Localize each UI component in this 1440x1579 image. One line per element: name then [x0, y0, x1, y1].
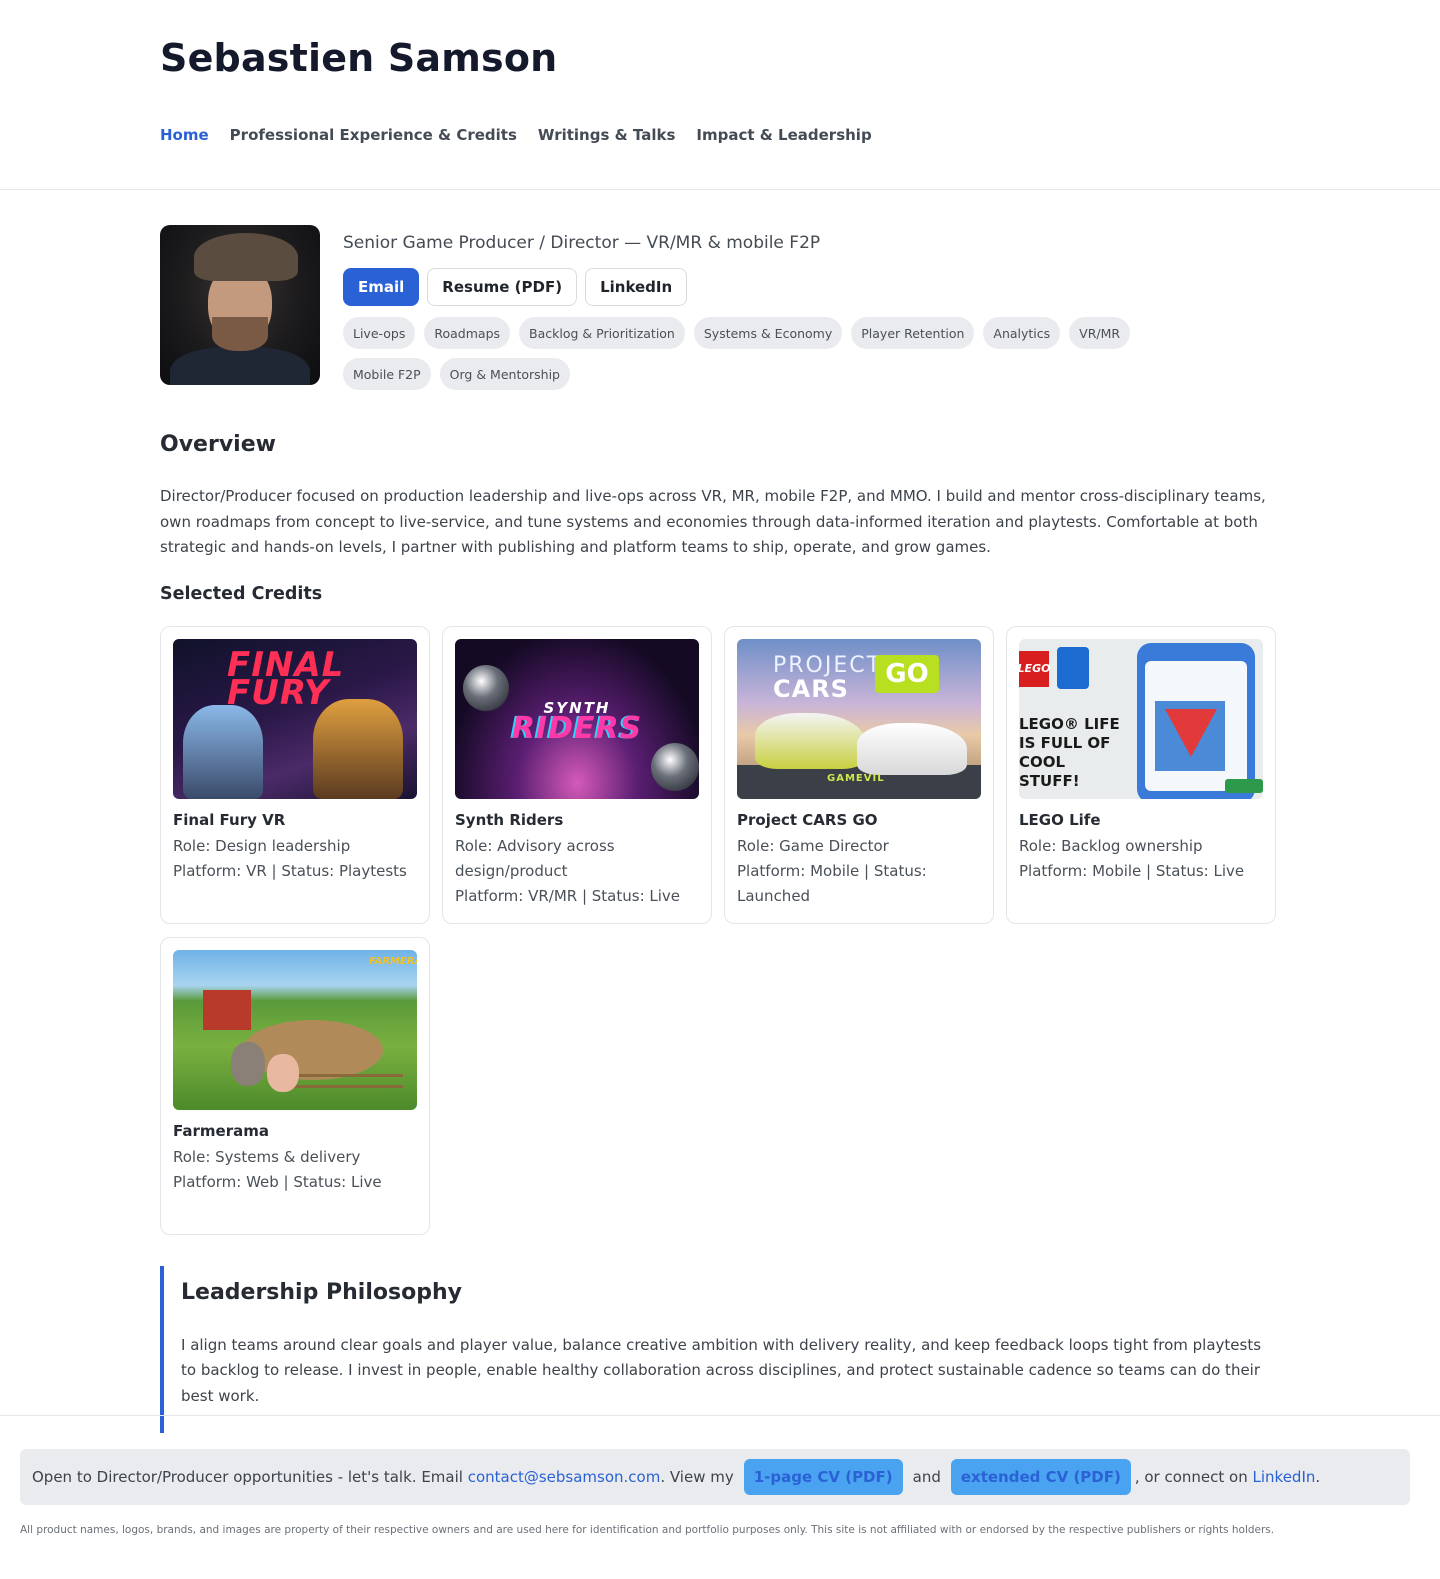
legal-disclaimer: All product names, logos, brands, and im… — [20, 1524, 1275, 1536]
leadership-philosophy: Leadership Philosophy I align teams arou… — [160, 1265, 1282, 1433]
resume-button[interactable]: Resume (PDF) — [427, 268, 578, 306]
credit-title: Synth Riders — [455, 810, 564, 829]
lego-life-tagline: LEGO® LIFE IS FULL OF COOL STUFF! — [1019, 714, 1120, 790]
lego-logo: LEGO — [1019, 650, 1050, 687]
skill-tag: Roadmaps — [424, 317, 511, 349]
credit-role: Role: Game Director — [737, 836, 889, 855]
credit-role: Role: Systems & delivery — [173, 1147, 361, 1166]
avatar — [160, 225, 320, 385]
credit-card-synth-riders: SYNTH RIDERS Synth Riders Role: Advisory… — [442, 625, 712, 924]
skill-tag: Mobile F2P — [343, 358, 431, 390]
lego-life-image: LEGO LEGO® LIFE IS FULL OF COOL STUFF! — [1019, 638, 1263, 799]
nav-impact[interactable]: Impact & Leadership — [696, 126, 871, 144]
final-fury-image: FINAL FURY — [173, 638, 417, 799]
final-fury-logo: FINAL FURY — [227, 644, 345, 713]
cta-connect: , or connect on — [1134, 1468, 1253, 1486]
email-link[interactable]: contact@sebsamson.com — [468, 1468, 661, 1486]
skill-tag: Analytics — [983, 317, 1061, 349]
cta-and: and — [912, 1468, 941, 1486]
credit-card-lego-life: LEGO LEGO® LIFE IS FULL OF COOL STUFF! L… — [1006, 625, 1276, 924]
credit-title: Final Fury VR — [173, 810, 286, 829]
hero: Senior Game Producer / Director — VR/MR … — [160, 225, 1282, 390]
synth-riders-image: SYNTH RIDERS — [455, 638, 699, 799]
philosophy-text: I align teams around clear goals and pla… — [181, 1335, 1262, 1405]
main-content: Senior Game Producer / Director — VR/MR … — [160, 225, 1282, 1433]
synth-riders-logo-main: RIDERS — [511, 710, 643, 746]
project-cars-go-image: PROJECT CARS GO GAMEVIL — [737, 638, 981, 799]
cv-short-button[interactable]: 1-page CV (PDF) — [743, 1459, 903, 1495]
credit-card-final-fury: FINAL FURY Final Fury VR Role: Design le… — [160, 625, 430, 924]
project-cars-go-badge: GO — [875, 654, 939, 693]
credits-heading: Selected Credits — [160, 583, 323, 604]
main-nav: Home Professional Experience & Credits W… — [160, 126, 1282, 144]
farmerama-image: FARMERAMA — [173, 949, 417, 1110]
credit-title: Project CARS GO — [737, 810, 878, 829]
site-title: Sebastien Samson — [160, 36, 558, 80]
credit-platform: Platform: VR | Status: Playtests — [173, 861, 407, 880]
email-button[interactable]: Email — [343, 268, 420, 306]
skill-tag: Org & Mentorship — [439, 358, 570, 390]
cta-period: . — [1315, 1468, 1321, 1486]
skill-tags: Live-ops Roadmaps Backlog & Prioritizati… — [343, 317, 1183, 390]
overview-text: Director/Producer focused on production … — [160, 487, 1266, 556]
cta-prefix: Open to Director/Producer opportunities … — [32, 1468, 468, 1486]
credit-platform: Platform: Mobile | Status: Launched — [737, 861, 927, 905]
skill-tag: Player Retention — [851, 317, 975, 349]
nav-writings[interactable]: Writings & Talks — [538, 126, 675, 144]
site-footer: Open to Director/Producer opportunities … — [0, 1415, 1440, 1536]
cta-mid: . View my — [660, 1468, 734, 1486]
credit-title: LEGO Life — [1019, 810, 1101, 829]
contact-cta: Open to Director/Producer opportunities … — [20, 1449, 1410, 1505]
credit-card-farmerama: FARMERAMA Farmerama Role: Systems & deli… — [160, 936, 430, 1235]
farmerama-logo: FARMERAMA — [369, 955, 417, 967]
credits-grid: FINAL FURY Final Fury VR Role: Design le… — [160, 625, 1282, 1235]
contact-buttons: Email Resume (PDF) LinkedIn — [343, 268, 1282, 306]
hero-subtitle: Senior Game Producer / Director — VR/MR … — [343, 233, 821, 253]
skill-tag: Backlog & Prioritization — [519, 317, 685, 349]
skill-tag: Live-ops — [343, 317, 416, 349]
credit-role: Role: Advisory across design/product — [455, 836, 615, 880]
credit-platform: Platform: Web | Status: Live — [173, 1172, 382, 1191]
skill-tag: Systems & Economy — [693, 317, 843, 349]
linkedin-link[interactable]: LinkedIn — [1253, 1468, 1316, 1486]
credit-platform: Platform: VR/MR | Status: Live — [455, 886, 681, 905]
credit-platform: Platform: Mobile | Status: Live — [1019, 861, 1245, 880]
skill-tag: VR/MR — [1069, 317, 1131, 349]
cv-extended-button[interactable]: extended CV (PDF) — [950, 1459, 1131, 1495]
gamevil-logo: GAMEVIL — [827, 772, 885, 784]
project-cars-logo-main: CARS — [773, 674, 849, 703]
overview-heading: Overview — [160, 432, 276, 457]
hero-info: Senior Game Producer / Director — VR/MR … — [343, 225, 1282, 390]
credit-title: Farmerama — [173, 1121, 269, 1140]
site-header: Sebastien Samson Home Professional Exper… — [0, 0, 1440, 190]
credit-card-project-cars-go: PROJECT CARS GO GAMEVIL Project CARS GO … — [724, 625, 994, 924]
philosophy-heading: Leadership Philosophy — [181, 1279, 462, 1305]
linkedin-button[interactable]: LinkedIn — [585, 268, 688, 306]
nav-home[interactable]: Home — [160, 126, 209, 144]
credit-role: Role: Design leadership — [173, 836, 351, 855]
nav-experience[interactable]: Professional Experience & Credits — [230, 126, 517, 144]
credit-role: Role: Backlog ownership — [1019, 836, 1203, 855]
